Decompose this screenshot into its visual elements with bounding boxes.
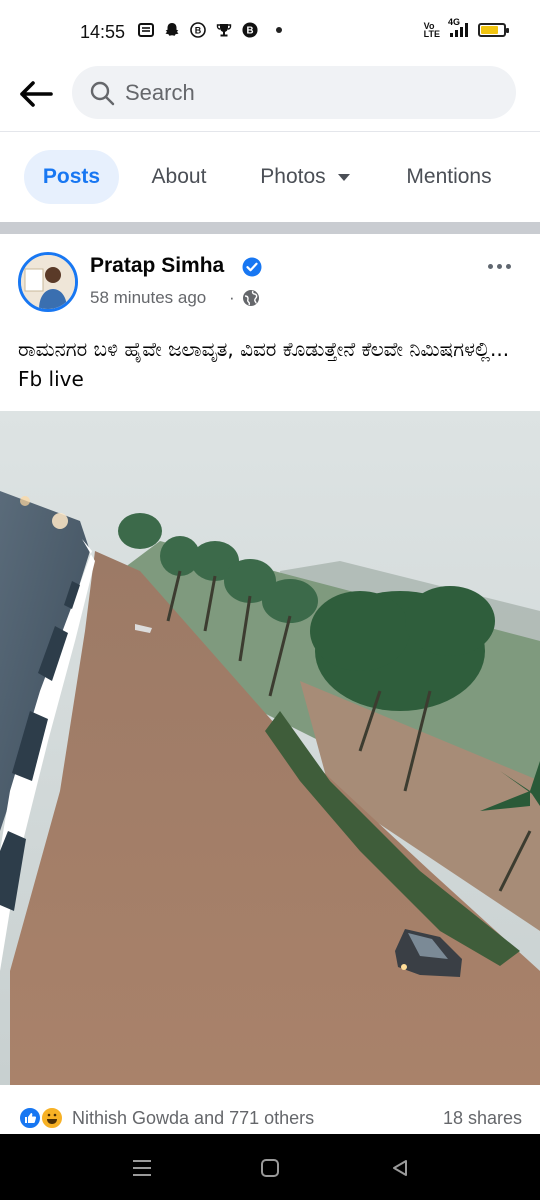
search-header	[0, 66, 540, 132]
volte-icon: Vo LTE	[423, 21, 440, 39]
bitcoin-icon: B	[190, 22, 206, 38]
post-text: ರಾಮನಗರ ಬಳಿ ಹೈವೇ ಜಲಾವೃತ, ವಿವರ ಕೊಡುತ್ತೇನೆ …	[18, 337, 510, 391]
system-navigation-bar	[0, 1134, 540, 1200]
tab-photos[interactable]: Photos	[240, 150, 370, 204]
caret-down-icon	[337, 173, 350, 181]
tab-label: Mentions	[406, 165, 492, 188]
snapchat-icon	[164, 22, 180, 38]
tab-posts[interactable]: Posts	[24, 150, 119, 204]
back-arrow-icon	[20, 81, 53, 107]
more-dot-icon	[496, 263, 502, 269]
news-icon	[138, 22, 154, 38]
notification-icons: B B	[138, 22, 282, 38]
author-name[interactable]: Pratap Simha	[90, 254, 224, 278]
back-button[interactable]	[16, 74, 56, 114]
svg-text:B: B	[246, 26, 253, 37]
recents-button[interactable]	[130, 1156, 154, 1180]
more-dot-icon	[505, 263, 511, 269]
post-photo[interactable]	[0, 411, 540, 1085]
triangle-back-icon	[393, 1160, 407, 1176]
profile-photo	[21, 255, 75, 309]
trophy-icon	[216, 22, 232, 38]
tab-label: Posts	[42, 165, 101, 188]
reactions-bar: Nithish Gowda and 771 others 18 shares	[0, 1104, 540, 1136]
b-app-icon: B	[242, 22, 258, 38]
tab-mentions[interactable]: Mentions	[388, 150, 510, 204]
more-notifications-dot	[276, 27, 282, 33]
battery-level	[481, 26, 498, 34]
status-bar: 14:55 B B Vo LTE 4G	[0, 0, 540, 66]
verified-badge-icon	[242, 257, 262, 277]
more-dot-icon	[487, 263, 493, 269]
square-icon	[261, 1159, 279, 1177]
network-type: 4G	[448, 17, 461, 27]
battery-icon	[478, 23, 509, 37]
signal-icon: 4G	[448, 17, 468, 37]
status-time: 14:55	[80, 22, 126, 42]
reaction-summary[interactable]: Nithish Gowda and 771 others	[72, 1108, 314, 1129]
globe-icon	[243, 290, 259, 306]
haha-reaction-icon	[40, 1106, 64, 1130]
share-count[interactable]: 18 shares	[443, 1108, 522, 1129]
tab-label: About	[151, 165, 207, 188]
more-options-button[interactable]	[484, 256, 514, 276]
tab-label: Photos	[260, 165, 326, 188]
profile-tabs: Posts About Photos Mentions	[0, 150, 540, 206]
like-reaction-icon	[18, 1106, 42, 1130]
tab-about[interactable]: About	[135, 150, 223, 204]
flooded-highway-photo	[0, 411, 540, 1085]
home-button[interactable]	[258, 1156, 282, 1180]
search-input[interactable]	[125, 79, 485, 106]
meta-separator: ·	[229, 288, 235, 307]
back-nav-button[interactable]	[388, 1156, 412, 1180]
search-icon	[90, 81, 115, 105]
avatar[interactable]	[18, 252, 78, 312]
menu-icon	[133, 1160, 151, 1176]
section-divider	[0, 222, 540, 234]
system-icons: Vo LTE 4G	[423, 17, 509, 39]
search-bar[interactable]	[72, 66, 516, 119]
post-timestamp[interactable]: 58 minutes ago	[90, 288, 206, 308]
svg-text:B: B	[195, 26, 202, 36]
